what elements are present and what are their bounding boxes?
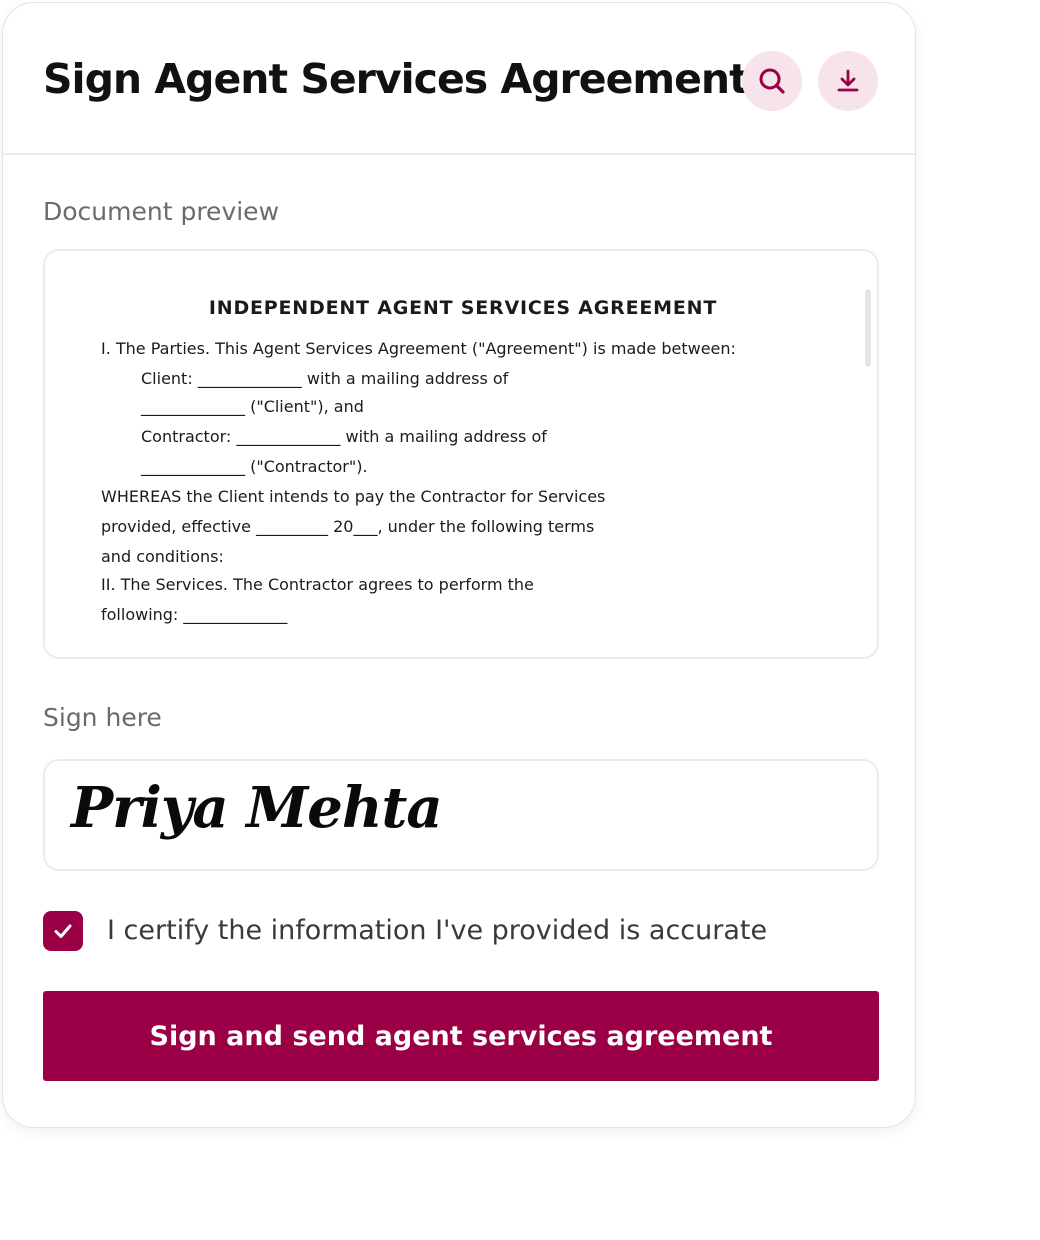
document-title: INDEPENDENT AGENT SERVICES AGREEMENT xyxy=(208,297,718,319)
document-line: Client: _____________ with a mailing add… xyxy=(141,369,509,388)
document-line: Contractor: _____________ with a mailing… xyxy=(141,427,547,446)
header: Sign Agent Services Agreement xyxy=(3,3,915,155)
signing-card: Sign Agent Services Agreement Document p… xyxy=(2,2,916,1128)
signature-field[interactable]: Priya Mehta xyxy=(43,759,879,871)
document-line: and conditions: xyxy=(101,547,224,566)
document-preview-label: Document preview xyxy=(43,197,280,226)
search-button[interactable] xyxy=(742,51,802,111)
certify-label[interactable]: I certify the information I've provided … xyxy=(107,915,767,946)
document-line: II. The Services. The Contractor agrees … xyxy=(101,575,534,594)
sign-and-send-button[interactable]: Sign and send agent services agreement xyxy=(43,991,879,1081)
document-line: _____________ ("Contractor"). xyxy=(141,457,368,476)
checkmark-icon xyxy=(54,924,72,938)
signature-text: Priya Mehta xyxy=(71,775,443,841)
document-line: _____________ ("Client"), and xyxy=(141,397,364,416)
download-button[interactable] xyxy=(818,51,878,111)
document-preview[interactable]: INDEPENDENT AGENT SERVICES AGREEMENT I. … xyxy=(43,249,879,659)
search-icon xyxy=(759,68,785,94)
document-line: provided, effective _________ 20___, und… xyxy=(101,517,595,536)
document-line: I. The Parties. This Agent Services Agre… xyxy=(101,339,736,358)
preview-scrollbar[interactable] xyxy=(865,289,871,367)
certify-checkbox[interactable] xyxy=(43,911,83,951)
download-icon xyxy=(837,69,859,92)
document-line: following: _____________ xyxy=(101,605,288,624)
sign-here-label: Sign here xyxy=(43,703,162,732)
page-title: Sign Agent Services Agreement xyxy=(43,55,749,103)
document-line: WHEREAS the Client intends to pay the Co… xyxy=(101,487,606,506)
